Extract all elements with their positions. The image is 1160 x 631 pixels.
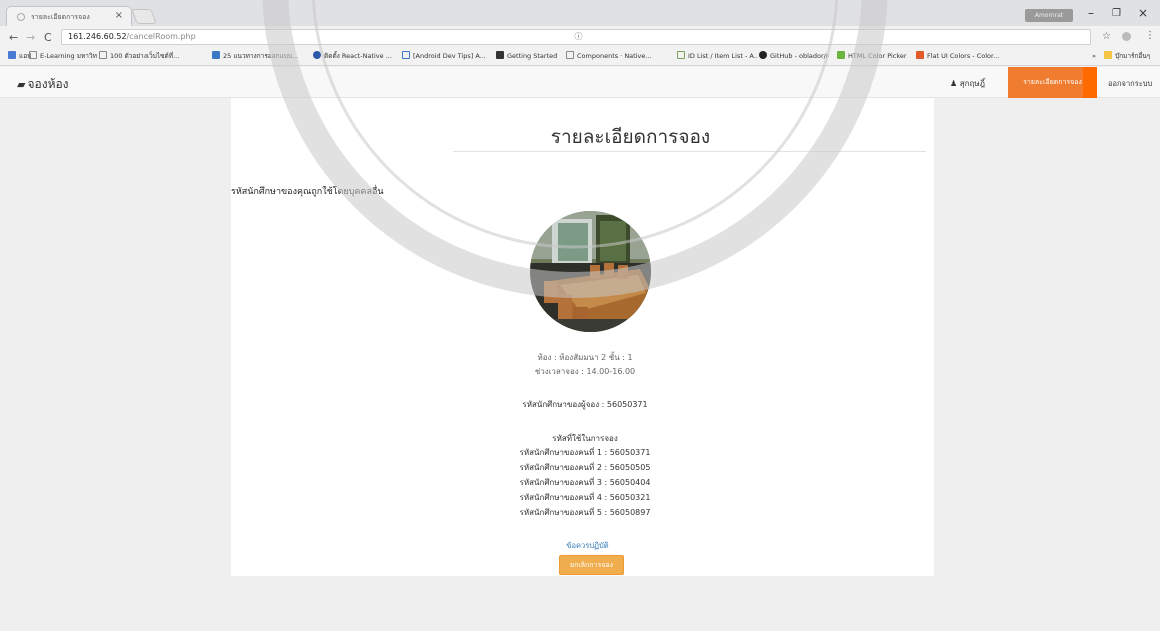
site-icon (402, 51, 410, 59)
bookmark-item[interactable]: 25 แนวทางการออกแบบ... (212, 51, 308, 62)
github-icon (759, 51, 767, 59)
site-icon (566, 51, 574, 59)
browser-toolbar: ← → C ⓘ 161.246.60.52/cancelRoom.php ☆ ⋮ (0, 26, 1160, 48)
user-icon: ♟ (950, 79, 958, 88)
bookmark-item[interactable]: Flat UI Colors - Color... (916, 51, 1012, 62)
used-ids-heading: รหัสที่ใช้ในการจอง (552, 434, 618, 443)
bookmark-item[interactable]: [Android Dev Tips] A... (402, 51, 500, 62)
browser-menu-icon[interactable]: ⋮ (1145, 30, 1155, 41)
room-name: ห้อง : ห้องสัมมนา 2 ชั้น : 1 (537, 353, 633, 362)
new-tab-button[interactable] (131, 9, 157, 24)
bookmark-item[interactable]: 100 ตัวอย่างเว็บไซต์ที่... (99, 51, 205, 62)
booking-detail-card: รายละเอียดการจอง รหัสนักศึกษาของคุณถูกใช… (231, 98, 934, 576)
used-id-item: รหัสนักศึกษาของคนที่ 3 : 56050404 (519, 478, 651, 487)
page-icon (29, 51, 37, 59)
address-bar[interactable]: ⓘ 161.246.60.52/cancelRoom.php (61, 29, 1091, 45)
nav-booking-details[interactable]: รายละเอียดการจอง (1008, 67, 1097, 98)
folder-icon (1104, 51, 1112, 59)
tab-close-icon[interactable]: × (115, 10, 123, 21)
book-icon: ▰ (17, 78, 26, 91)
bookmark-item[interactable]: Getting Started (496, 51, 576, 62)
extension-icon[interactable] (1122, 32, 1131, 41)
used-id-item: รหัสนักศึกษาของคนที่ 2 : 56050505 (519, 463, 651, 472)
site-icon (916, 51, 924, 59)
warning-message: รหัสนักศึกษาของคุณถูกใช้โดยบุคคลอื่น (231, 187, 384, 197)
forward-arrow-icon[interactable]: → (26, 31, 35, 44)
bookmark-item[interactable]: ID List / Item List - A... (677, 51, 757, 62)
page-favicon-icon (17, 13, 25, 21)
rules-link[interactable]: ข้อควรปฏิบัติ (231, 540, 934, 552)
browser-tab[interactable]: รายละเอียดการจอง × (6, 6, 132, 26)
site-icon (496, 51, 504, 59)
site-icon (677, 51, 685, 59)
used-id-item: รหัสนักศึกษาของคนที่ 4 : 56050321 (519, 493, 651, 502)
bookmark-item[interactable]: Components · Native... (566, 51, 668, 62)
used-id-item: รหัสนักศึกษาของคนที่ 5 : 56050897 (519, 508, 651, 517)
bookmarks-bar: แอป E-Learning มหาวิทยาลัย 100 ตัวอย่างเ… (0, 48, 1160, 66)
brand-link[interactable]: ▰ จองห้อง (17, 75, 69, 94)
bookmark-item[interactable]: GitHub - oblador/re... (759, 51, 829, 62)
browser-tab-strip: รายละเอียดการจอง × Amornrat – ❐ × (0, 0, 1160, 26)
site-info-icon[interactable]: ⓘ (62, 30, 1090, 44)
title-divider (453, 151, 926, 152)
used-id-item: รหัสนักศึกษาของคนที่ 1 : 56050371 (519, 448, 651, 457)
cancel-booking-button[interactable]: ยกเลิกการจอง (559, 555, 624, 575)
site-icon (837, 51, 845, 59)
nav-logout[interactable]: ออกจากระบบ (1108, 78, 1152, 90)
profile-badge[interactable]: Amornrat (1025, 9, 1073, 22)
booker-student-id: รหัสนักศึกษาของผู้จอง : 56050371 (522, 400, 648, 409)
bookmarks-more[interactable]: » (1092, 51, 1096, 62)
bookmark-item[interactable]: ติดตั้ง React-Native ... (313, 51, 398, 62)
bookmark-item[interactable]: HTML Color Picker (837, 51, 912, 62)
bookmark-item[interactable]: E-Learning มหาวิทยาลัย (29, 51, 97, 62)
window-minimize-button[interactable]: – (1088, 6, 1094, 20)
bookmark-star-icon[interactable]: ☆ (1102, 31, 1111, 42)
window-close-button[interactable]: × (1138, 6, 1148, 20)
other-bookmarks[interactable]: บุ๊กมาร์กอื่นๆ (1104, 51, 1158, 62)
booking-time: ช่วงเวลาจอง : 14.00-16.00 (534, 367, 636, 376)
room-photo (530, 211, 651, 332)
page-icon (99, 51, 107, 59)
browser-tab-title: รายละเอียดการจอง (31, 13, 90, 21)
site-icon (313, 51, 321, 59)
back-arrow-icon[interactable]: ← (9, 31, 18, 44)
nav-user[interactable]: ♟ สุกฤษฎิ์ (950, 77, 985, 90)
site-icon (212, 51, 220, 59)
reload-icon[interactable]: C (44, 31, 52, 44)
apps-grid-icon (8, 51, 16, 59)
window-restore-button[interactable]: ❐ (1112, 8, 1121, 19)
page-title: รายละเอียดการจอง (550, 126, 711, 148)
app-navbar: ▰ จองห้อง ♟ สุกฤษฎิ์ รายละเอียดการจอง ออก… (0, 67, 1160, 98)
